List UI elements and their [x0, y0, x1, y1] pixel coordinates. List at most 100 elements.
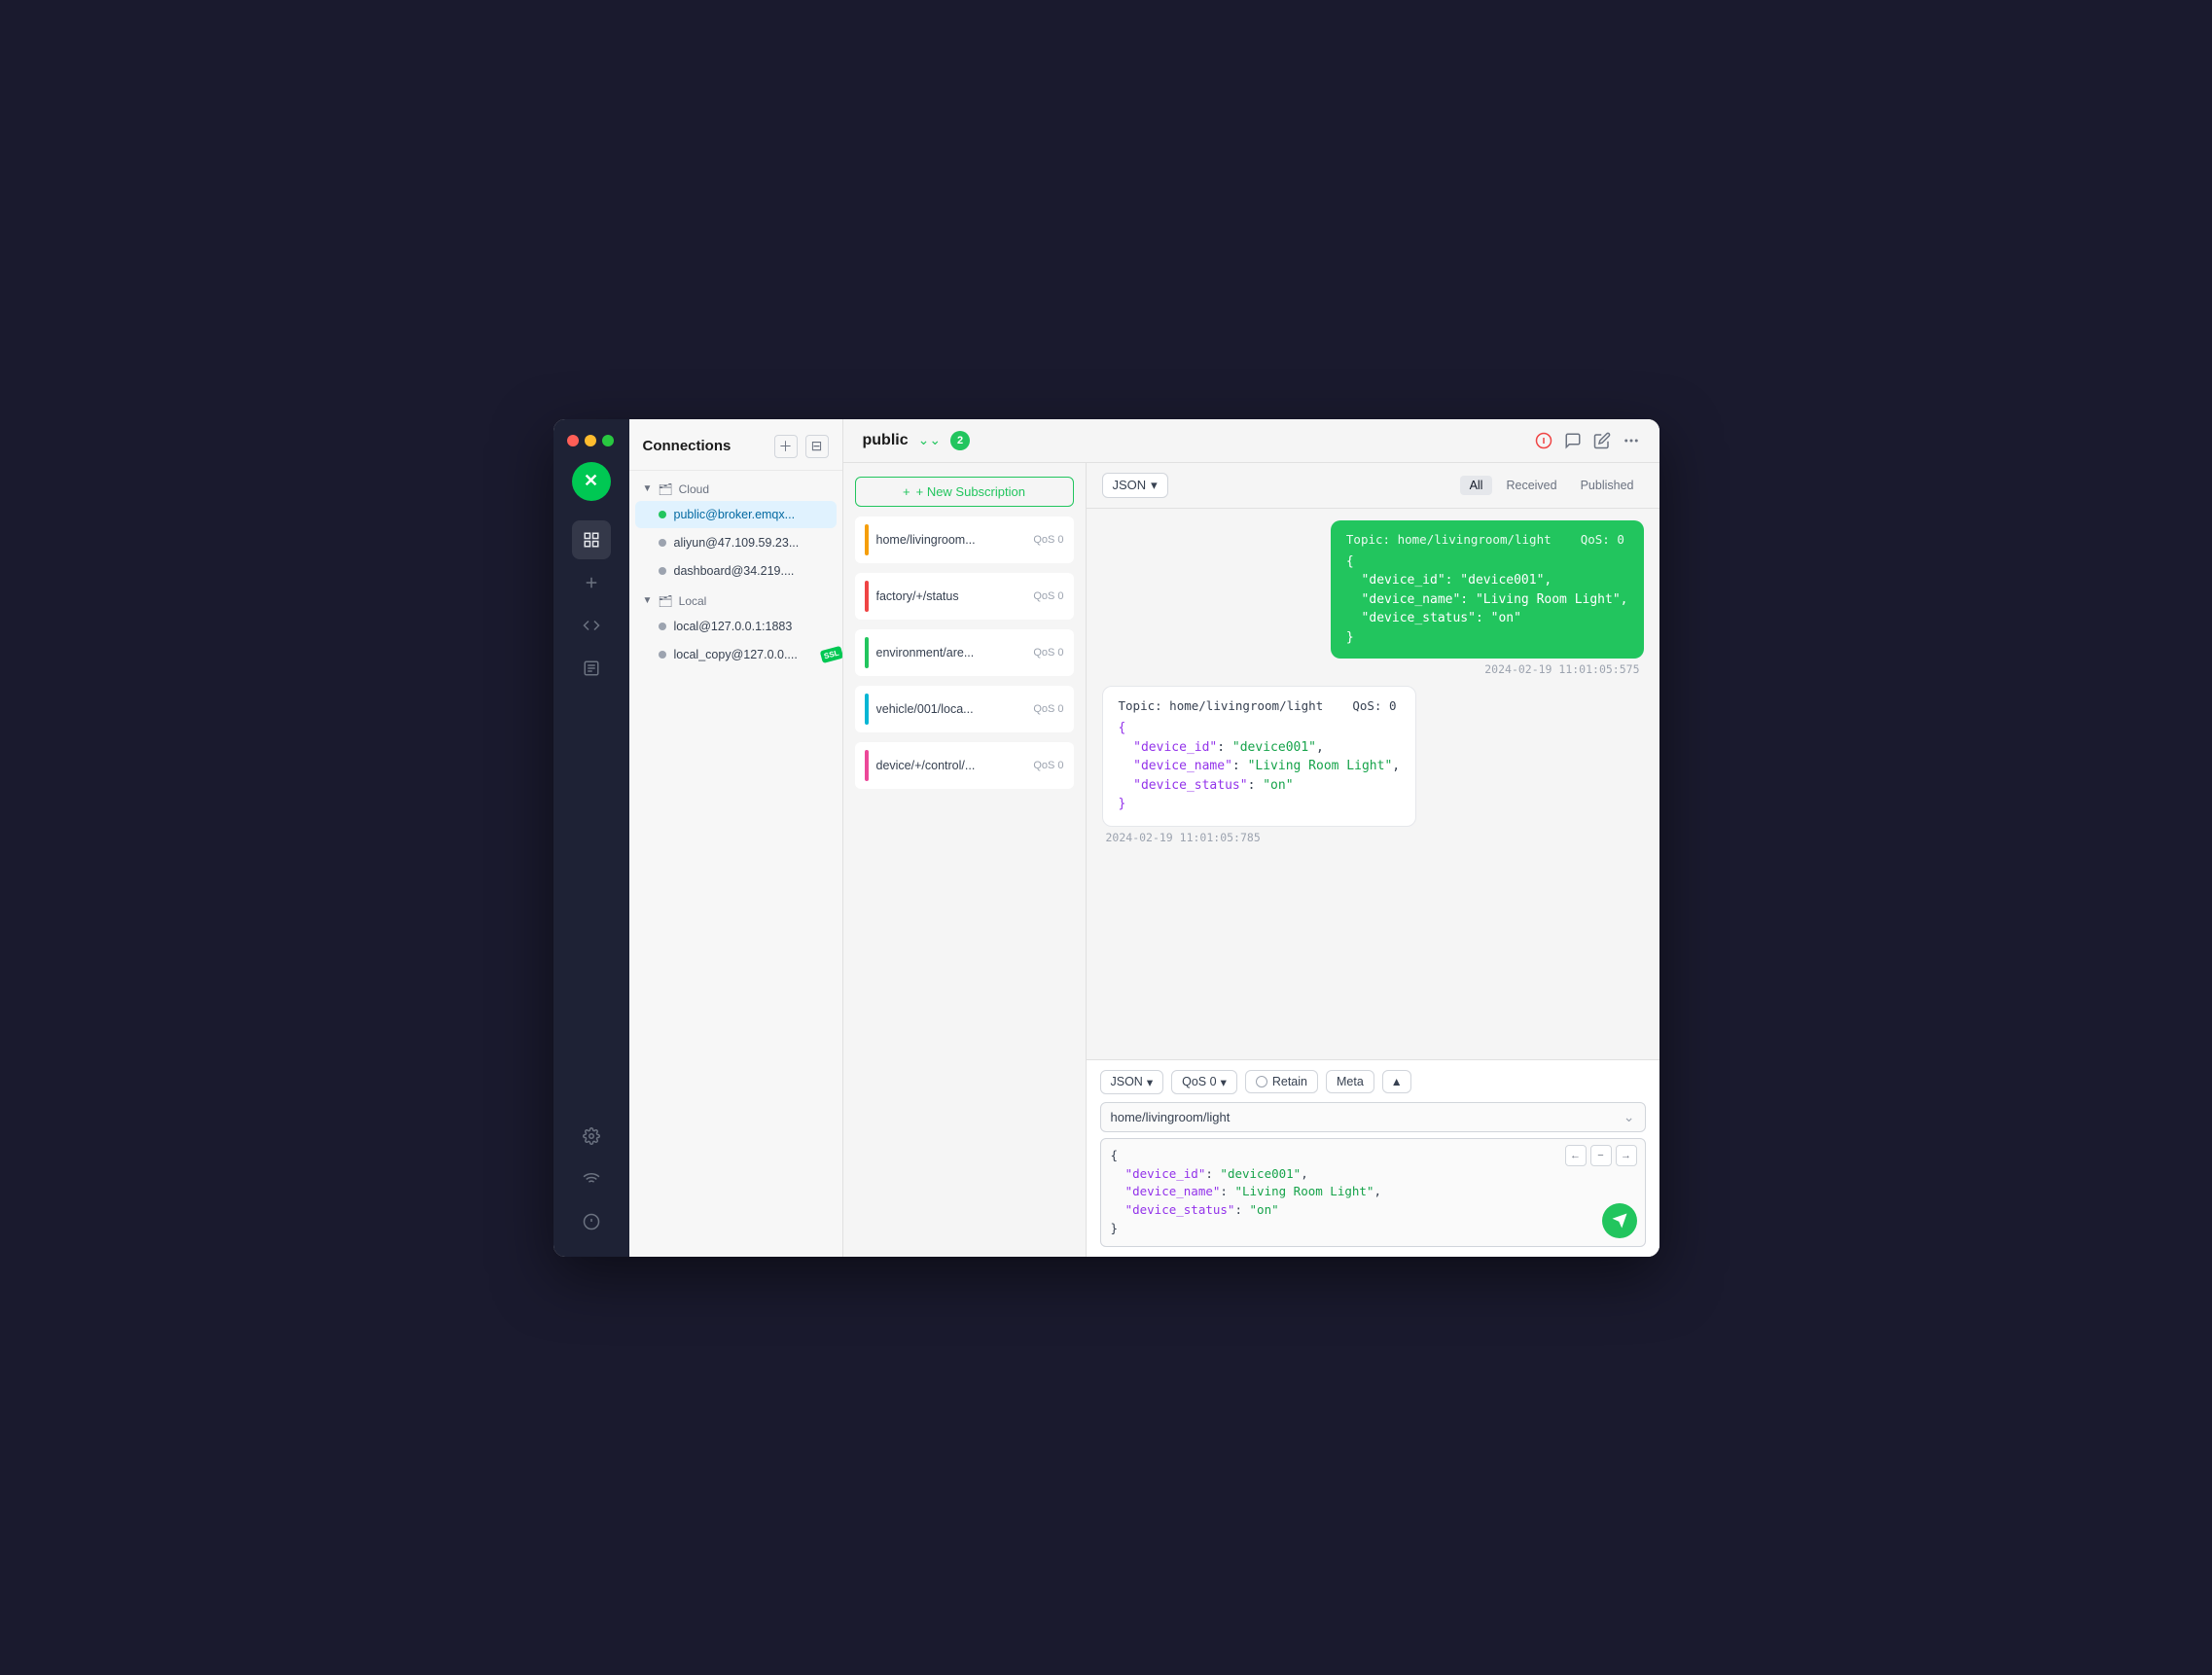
format-select[interactable]: JSON ▾	[1102, 473, 1168, 498]
subscription-topic: device/+/control/...	[876, 759, 1026, 772]
subscription-qos: QoS 0	[1033, 590, 1063, 602]
nav-connections-icon[interactable]	[572, 520, 611, 559]
nav-info-icon[interactable]	[572, 1202, 611, 1241]
topic-collapse-icon[interactable]: ⌄	[1623, 1109, 1635, 1125]
message-item-received: Topic: home/livingroom/light QoS: 0 { "d…	[1102, 686, 1644, 844]
payload-text[interactable]: { "device_id": "device001", "device_name…	[1111, 1147, 1635, 1238]
message-timestamp-received: 2024-02-19 11:01:05:785	[1102, 831, 1265, 844]
message-topic-received: Topic: home/livingroom/light QoS: 0	[1119, 698, 1401, 713]
subscription-color-indicator	[865, 694, 869, 725]
payload-area: ← − → { "device_id": "device001", "devic…	[1100, 1138, 1646, 1247]
subscription-item[interactable]: device/+/control/... QoS 0	[855, 742, 1074, 789]
send-message-button[interactable]	[1602, 1203, 1637, 1238]
more-options-button[interactable]	[1623, 432, 1640, 449]
sidebar: ✕	[553, 419, 629, 1257]
connection-name: public@broker.emqx...	[674, 508, 796, 521]
new-subscription-button[interactable]: + + New Subscription	[855, 477, 1074, 507]
subscription-item[interactable]: home/livingroom... QoS 0	[855, 517, 1074, 563]
main-header: public ⌄⌄ 2	[843, 419, 1659, 463]
connection-dropdown-icon[interactable]: ⌄⌄	[918, 432, 941, 448]
composer-toolbar: JSON ▾ QoS 0 ▾ Retain Meta ▲	[1100, 1070, 1646, 1094]
folder-icon: 🗂	[658, 594, 672, 608]
retain-button[interactable]: Retain	[1245, 1070, 1318, 1093]
subscription-topic: factory/+/status	[876, 589, 1026, 603]
layout-button[interactable]: ⊟	[805, 435, 829, 458]
subscription-topic: vehicle/001/loca...	[876, 702, 1026, 716]
payload-minus-button[interactable]: −	[1590, 1145, 1612, 1166]
composer-format-select[interactable]: JSON ▾	[1100, 1070, 1164, 1094]
connection-status-dot	[659, 567, 666, 575]
connection-name: local@127.0.0.1:1883	[674, 620, 793, 633]
main-area: public ⌄⌄ 2	[843, 419, 1659, 1257]
subscription-item[interactable]: factory/+/status QoS 0	[855, 573, 1074, 620]
maximize-button[interactable]	[602, 435, 614, 446]
qos-value: QoS 0	[1182, 1075, 1216, 1088]
message-toolbar: JSON ▾ All Received Published	[1087, 463, 1659, 509]
app-logo: ✕	[572, 462, 611, 501]
nav-add-icon[interactable]	[572, 563, 611, 602]
message-body-received: { "device_id": "device001", "device_name…	[1119, 719, 1401, 814]
meta-button[interactable]: Meta	[1326, 1070, 1374, 1093]
close-button[interactable]	[567, 435, 579, 446]
message-timestamp-sent: 2024-02-19 11:01:05:575	[1481, 662, 1643, 676]
connection-name: local_copy@127.0.0....	[674, 648, 798, 661]
header-actions	[1535, 432, 1640, 449]
subscription-color-indicator	[865, 637, 869, 668]
local-group-label: Local	[679, 594, 707, 608]
subscription-item[interactable]: environment/are... QoS 0	[855, 629, 1074, 676]
content-area: + + New Subscription home/livingroom... …	[843, 463, 1659, 1257]
nav-wifi-icon[interactable]	[572, 1159, 611, 1198]
connections-header: Connections ＋ ⊟	[629, 419, 842, 471]
message-log-button[interactable]	[1564, 432, 1582, 449]
expand-composer-button[interactable]: ▲	[1382, 1070, 1411, 1093]
qos-select[interactable]: QoS 0 ▾	[1171, 1070, 1237, 1094]
connection-status-dot	[659, 651, 666, 659]
connection-status-dot	[659, 623, 666, 630]
filter-published-button[interactable]: Published	[1571, 476, 1644, 495]
edit-connection-button[interactable]	[1593, 432, 1611, 449]
nav-settings-icon[interactable]	[572, 1117, 611, 1156]
minimize-button[interactable]	[585, 435, 596, 446]
messages-panel: JSON ▾ All Received Published Topic: hom…	[1087, 463, 1659, 1257]
connections-panel: Connections ＋ ⊟ ▼ 🗂 Cloud public@broker.…	[629, 419, 843, 1257]
message-bubble-sent[interactable]: Topic: home/livingroom/light QoS: 0 { "d…	[1331, 520, 1644, 659]
connection-list: ▼ 🗂 Cloud public@broker.emqx... aliyun@4…	[629, 471, 842, 1257]
connection-item-dashboard[interactable]: dashboard@34.219....	[635, 557, 837, 585]
connection-name: dashboard@34.219....	[674, 564, 795, 578]
app-window: ✕ Connections ＋ ⊟	[553, 419, 1659, 1257]
message-composer: JSON ▾ QoS 0 ▾ Retain Meta ▲	[1087, 1059, 1659, 1257]
payload-back-button[interactable]: ←	[1565, 1145, 1587, 1166]
new-subscription-label: + New Subscription	[916, 484, 1025, 499]
connection-item-aliyun[interactable]: aliyun@47.109.59.23...	[635, 529, 837, 556]
connection-item-local[interactable]: local@127.0.0.1:1883	[635, 613, 837, 640]
connection-display-name: public	[863, 432, 909, 449]
subscription-qos: QoS 0	[1033, 703, 1063, 715]
nav-code-icon[interactable]	[572, 606, 611, 645]
subscription-qos: QoS 0	[1033, 534, 1063, 546]
topic-row: ⌄	[1100, 1102, 1646, 1132]
filter-all-button[interactable]: All	[1460, 476, 1493, 495]
disconnect-button[interactable]	[1535, 432, 1552, 449]
subscription-item[interactable]: vehicle/001/loca... QoS 0	[855, 686, 1074, 732]
filter-received-button[interactable]: Received	[1496, 476, 1566, 495]
nav-scripts-icon[interactable]	[572, 649, 611, 688]
chevron-down-icon: ▼	[643, 483, 653, 494]
topic-input[interactable]	[1111, 1110, 1623, 1124]
subscription-color-indicator	[865, 524, 869, 555]
local-group-header[interactable]: ▼ 🗂 Local	[629, 590, 842, 612]
connections-title: Connections	[643, 438, 767, 454]
retain-indicator	[1256, 1076, 1267, 1087]
connection-item-public[interactable]: public@broker.emqx...	[635, 501, 837, 528]
subscription-qos: QoS 0	[1033, 647, 1063, 659]
payload-nav: ← − →	[1565, 1145, 1637, 1166]
chevron-down-icon: ▾	[1151, 478, 1158, 493]
cloud-group-header[interactable]: ▼ 🗂 Cloud	[629, 479, 842, 500]
subscription-color-indicator	[865, 581, 869, 612]
add-connection-button[interactable]: ＋	[774, 435, 798, 458]
subscription-topic: environment/are...	[876, 646, 1026, 659]
message-topic-sent: Topic: home/livingroom/light QoS: 0	[1346, 532, 1628, 547]
connection-item-local-copy[interactable]: local_copy@127.0.0.... SSL	[635, 641, 837, 668]
format-value: JSON	[1113, 478, 1147, 492]
message-bubble-received[interactable]: Topic: home/livingroom/light QoS: 0 { "d…	[1102, 686, 1417, 827]
payload-forward-button[interactable]: →	[1616, 1145, 1637, 1166]
